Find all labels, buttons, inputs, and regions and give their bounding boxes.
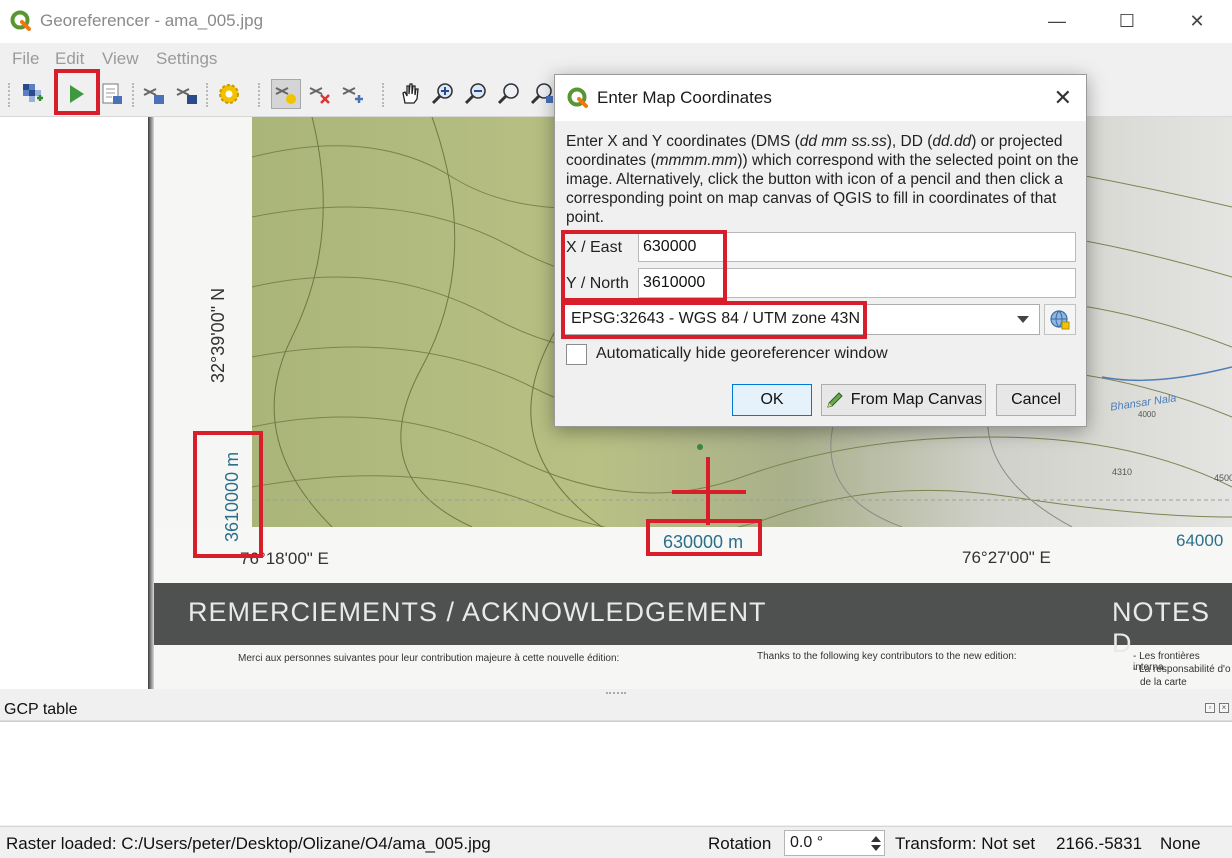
highlight-crs-selector xyxy=(561,301,867,339)
longitude-right-label: 76°27'00" E xyxy=(962,548,1051,567)
move-gcp-point-icon[interactable] xyxy=(338,79,368,109)
title-bar: Georeferencer - ama_005.jpg — ☐ ✕ xyxy=(0,0,1232,43)
easting-right-label: 64000 xyxy=(1176,531,1224,550)
spin-up-icon[interactable] xyxy=(871,836,881,842)
toolbar-grip xyxy=(132,83,136,107)
dialog-close-button[interactable]: ✕ xyxy=(1054,85,1072,111)
ok-button[interactable]: OK xyxy=(732,384,812,416)
spin-down-icon[interactable] xyxy=(871,845,881,851)
latitude-label: 32°39'00" N xyxy=(208,287,228,383)
add-point-icon[interactable] xyxy=(271,79,301,109)
dialog-title-bar: Enter Map Coordinates ✕ xyxy=(555,75,1086,121)
qgis-logo-icon xyxy=(567,87,588,108)
zoom-in-icon[interactable] xyxy=(428,79,458,109)
select-crs-button[interactable] xyxy=(1044,304,1076,335)
auto-hide-label: Automatically hide georeferencer window xyxy=(596,345,888,362)
highlight-coordinate-inputs xyxy=(561,230,727,302)
transform-status: Transform: Not set xyxy=(895,834,1036,853)
elevation-label: 4500 xyxy=(1214,473,1232,483)
close-panel-icon[interactable]: × xyxy=(1219,703,1229,713)
notes-line: - La responsabilité d'o xyxy=(1133,664,1231,675)
ok-button-label: OK xyxy=(760,391,784,408)
zoom-to-layer-icon[interactable] xyxy=(494,79,524,109)
qgis-logo-icon xyxy=(10,10,31,31)
cancel-button[interactable]: Cancel xyxy=(996,384,1076,416)
toolbar-grip xyxy=(8,83,12,107)
panel-splitter[interactable] xyxy=(0,689,1232,699)
menu-settings[interactable]: Settings xyxy=(156,49,217,69)
elevation-label: 4000 xyxy=(1138,410,1156,419)
gcp-table-header: GCP table ▫ × xyxy=(0,699,1232,721)
georeferencer-window: Georeferencer - ama_005.jpg — ☐ ✕ File E… xyxy=(0,0,1232,858)
gcp-table[interactable] xyxy=(0,721,1232,825)
elevation-label: 4310 xyxy=(1112,467,1133,477)
notes-title: NOTES D xyxy=(1112,597,1211,658)
toolbar-grip xyxy=(258,83,262,107)
zoom-out-icon[interactable] xyxy=(461,79,491,109)
highlight-start-button xyxy=(54,69,100,115)
load-gcp-points-icon[interactable] xyxy=(139,79,169,109)
maximize-button[interactable]: ☐ xyxy=(1092,0,1162,43)
close-button[interactable]: ✕ xyxy=(1162,0,1232,43)
highlight-northing-label xyxy=(193,431,263,558)
auto-hide-checkbox[interactable] xyxy=(566,344,587,365)
window-title: Georeferencer - ama_005.jpg xyxy=(40,11,264,30)
enter-map-coordinates-dialog: Enter Map Coordinates ✕ Enter X and Y co… xyxy=(554,74,1087,427)
rotation-value: 0.0 ° xyxy=(790,834,824,851)
dialog-description: Enter X and Y coordinates (DMS (dd mm ss… xyxy=(566,133,1079,226)
delete-point-icon[interactable] xyxy=(305,79,335,109)
transformation-settings-icon[interactable] xyxy=(214,79,244,109)
ack-french-text: Merci aux personnes suivantes pour leur … xyxy=(238,653,620,664)
cancel-button-label: Cancel xyxy=(1011,391,1061,408)
generate-gdal-script-icon[interactable] xyxy=(97,79,127,109)
gcp-table-title: GCP table xyxy=(4,701,78,718)
status-bar: Raster loaded: C:/Users/peter/Desktop/Ol… xyxy=(0,826,1232,858)
zoom-last-icon[interactable] xyxy=(527,79,557,109)
coordinate-readout: 2166.-5831 xyxy=(1056,834,1143,853)
notes-line: de la carte xyxy=(1140,677,1187,688)
float-panel-icon[interactable]: ▫ xyxy=(1205,703,1215,713)
toolbar-grip xyxy=(382,83,386,107)
crs-status[interactable]: None xyxy=(1160,834,1201,854)
rotation-label: Rotation xyxy=(708,834,772,853)
pan-icon[interactable] xyxy=(395,79,425,109)
dialog-title: Enter Map Coordinates xyxy=(597,88,772,107)
highlight-easting-label xyxy=(646,519,762,556)
splitter-grip xyxy=(606,692,626,695)
toolbar-grip xyxy=(206,83,210,107)
menu-file[interactable]: File xyxy=(12,49,39,69)
menu-view[interactable]: View xyxy=(102,49,139,69)
globe-icon xyxy=(1050,309,1070,329)
canvas-empty-area xyxy=(0,117,148,689)
pencil-icon xyxy=(827,392,843,408)
from-map-canvas-button[interactable]: From Map Canvas xyxy=(821,384,986,416)
save-gcp-points-icon[interactable] xyxy=(172,79,202,109)
crosshair-horizontal xyxy=(672,490,746,494)
ack-english-text: Thanks to the following key contributors… xyxy=(757,651,1017,662)
rotation-spinbox[interactable]: 0.0 ° xyxy=(784,830,885,856)
menu-edit[interactable]: Edit xyxy=(55,49,84,69)
open-raster-icon[interactable] xyxy=(18,79,48,109)
minimize-button[interactable]: — xyxy=(1022,0,1092,43)
menu-bar: File Edit View Settings xyxy=(0,45,1232,73)
acknowledgement-title: REMERCIEMENTS / ACKNOWLEDGEMENT xyxy=(188,597,767,627)
raster-loaded-status: Raster loaded: C:/Users/peter/Desktop/Ol… xyxy=(6,834,491,853)
chevron-down-icon xyxy=(1017,316,1029,323)
from-map-canvas-label: From Map Canvas xyxy=(850,391,983,408)
